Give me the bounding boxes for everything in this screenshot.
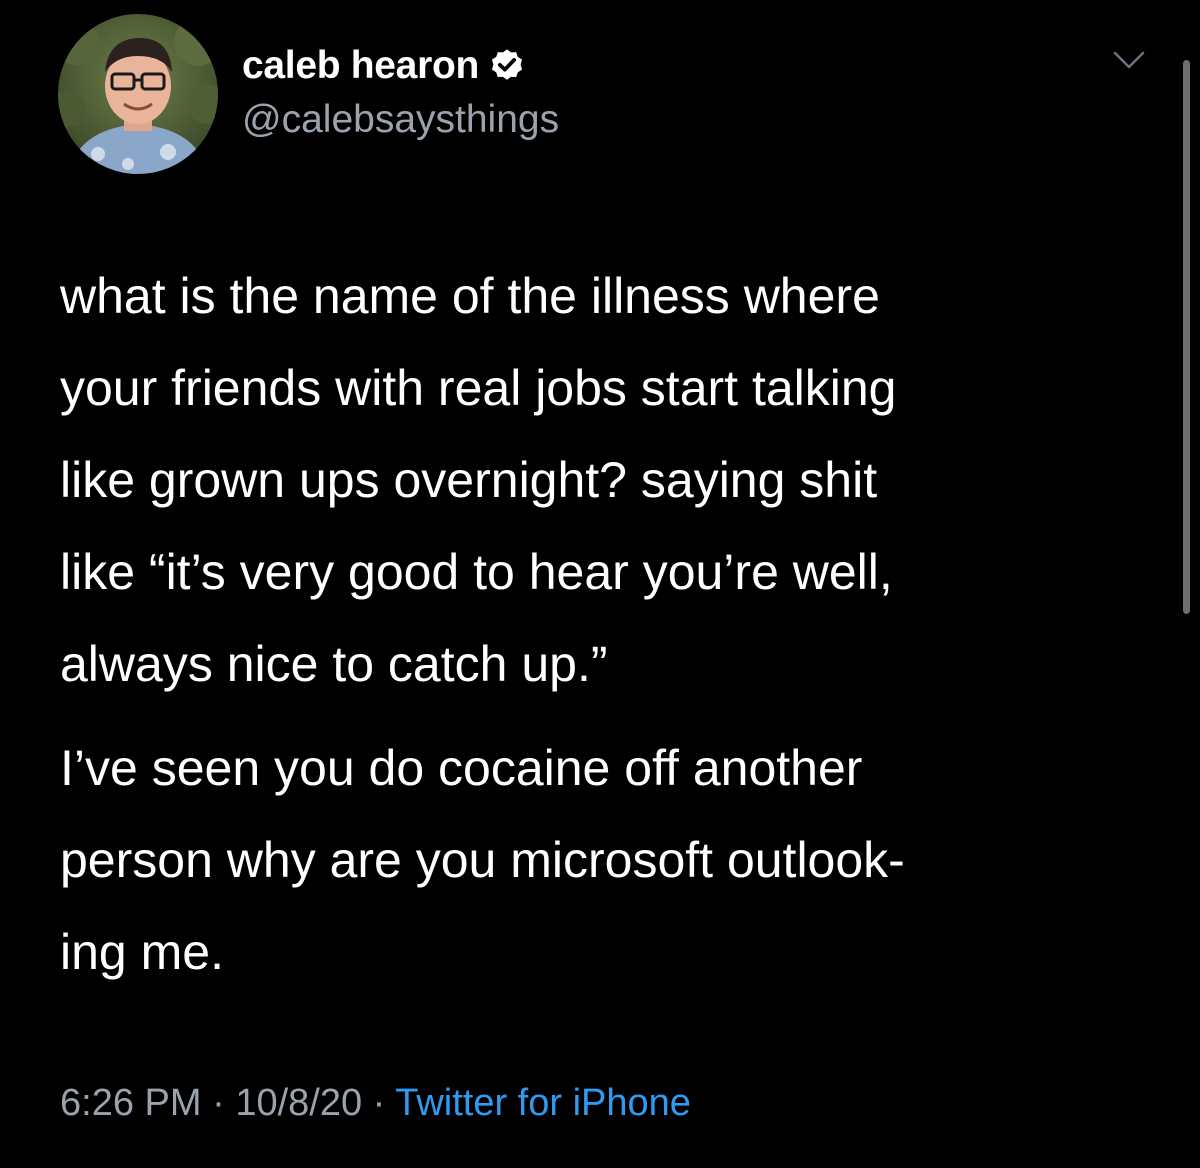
- text-line: always nice to catch up.”: [60, 636, 608, 692]
- separator: ·: [362, 1082, 396, 1124]
- text-line: ing me.: [60, 924, 224, 980]
- separator: ·: [201, 1082, 236, 1124]
- author-name-row[interactable]: caleb hearon: [242, 42, 526, 90]
- text-line: person why are you microsoft outlook-: [60, 832, 905, 888]
- tweet-time[interactable]: 6:26 PM: [60, 1082, 202, 1124]
- tweet-text: what is the name of the illness where yo…: [60, 250, 1170, 998]
- text-line: I’ve seen you do cocaine off another: [60, 740, 863, 796]
- tweet-paragraph-1: what is the name of the illness where yo…: [60, 250, 1170, 710]
- display-name[interactable]: caleb hearon: [242, 44, 479, 88]
- tweet: caleb hearon @calebsaysthings what is th…: [0, 0, 1200, 1168]
- text-line: what is the name of the illness where: [60, 268, 880, 324]
- avatar[interactable]: [58, 14, 218, 174]
- text-line: your friends with real jobs start talkin…: [60, 360, 897, 416]
- scrollbar[interactable]: [1183, 60, 1190, 614]
- chevron-down-icon[interactable]: [1112, 48, 1146, 72]
- tweet-paragraph-2: I’ve seen you do cocaine off another per…: [60, 722, 1170, 998]
- verified-badge-icon: [488, 47, 526, 85]
- text-line: like “it’s very good to hear you’re well…: [60, 544, 893, 600]
- tweet-source-link[interactable]: Twitter for iPhone: [395, 1082, 691, 1124]
- user-handle[interactable]: @calebsaysthings: [242, 98, 559, 142]
- tweet-date[interactable]: 10/8/20: [235, 1082, 362, 1124]
- tweet-metadata: 6:26 PM · 10/8/20 · Twitter for iPhone: [60, 1082, 691, 1125]
- text-line: like grown ups overnight? saying shit: [60, 452, 878, 508]
